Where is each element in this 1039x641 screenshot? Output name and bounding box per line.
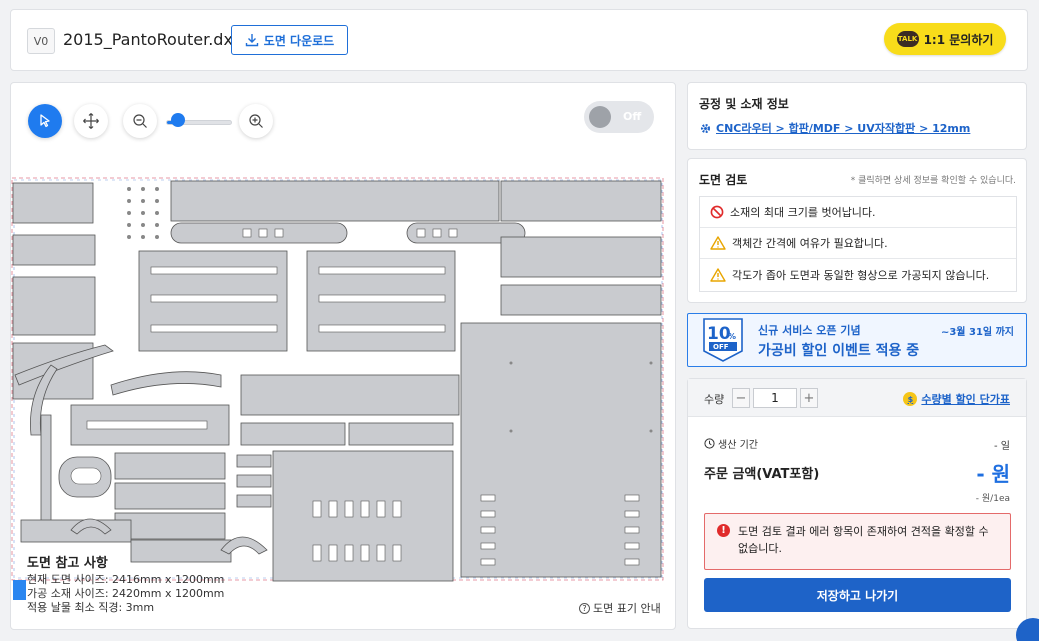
review-title: 도면 검토 — [699, 173, 748, 187]
download-drawing-label: 도면 다운로드 — [263, 33, 335, 48]
prohibited-icon — [710, 205, 724, 219]
process-path-text: CNC라우터 > 합판/MDF > UV자작합판 > 12mm — [716, 122, 971, 135]
material-size: 가공 소재 사이즈: 2420mm x 1200mm — [27, 587, 225, 600]
drawing-notes: 도면 참고 사항 현재 도면 사이즈: 2416mm x 1200mm 가공 소… — [27, 557, 224, 615]
production-period-text: 생산 기간 — [718, 440, 758, 451]
quantity-discount-link[interactable]: $ 수량별 할인 단가표 — [903, 391, 1010, 407]
zoom-slider-handle[interactable] — [171, 113, 185, 127]
unit-price: - 원/1ea — [975, 494, 1010, 504]
zoom-in-button[interactable] — [239, 104, 273, 138]
toggle-knob — [589, 106, 611, 128]
zoom-in-icon — [249, 114, 263, 128]
warning-icon — [710, 236, 726, 250]
review-item-size[interactable]: 소재의 최대 크기를 벗어납니다. — [700, 197, 1016, 228]
zoom-out-icon — [133, 114, 147, 128]
version-badge: V0 — [27, 28, 55, 54]
promo-date: ~3월 31일 까지 — [940, 327, 1014, 338]
process-title: 공정 및 소재 정보 — [699, 97, 789, 111]
review-item-spacing[interactable]: 객체간 간격에 여유가 필요합니다. — [700, 228, 1016, 259]
quantity-row: 수량 − 1 + $ 수량별 할인 단가표 — [688, 379, 1026, 417]
dxf-drawing[interactable] — [11, 175, 676, 585]
quantity-label: 수량 — [704, 393, 725, 406]
discount-badge-icon: 10 % OFF — [703, 318, 743, 362]
download-drawing-button[interactable]: 도면 다운로드 — [231, 25, 348, 55]
drawing-legend-label: 도면 표기 안내 — [593, 602, 661, 615]
drawing-notes-title: 도면 참고 사항 — [27, 556, 108, 571]
quantity-discount-label: 수량별 할인 단가표 — [921, 393, 1010, 406]
inquiry-label: 1:1 문의하기 — [923, 32, 994, 47]
file-name: 2015_PantoRouter.dxf — [63, 30, 239, 49]
badge-off: OFF — [713, 343, 729, 351]
error-notice: ! 도면 검토 결과 에러 항목이 존재하여 견적을 확정할 수 없습니다. — [704, 513, 1011, 570]
discount-promo-banner[interactable]: 10 % OFF 신규 서비스 오픈 기념 가공비 할인 이벤트 적용 중 ~3… — [687, 313, 1027, 367]
coin-icon: $ — [903, 392, 918, 406]
download-icon — [245, 34, 258, 47]
toggle-label: Off — [623, 110, 642, 123]
promo-subtitle: 신규 서비스 오픈 기념 — [758, 324, 861, 337]
review-item-text: 각도가 좁아 도면과 동일한 형상으로 가공되지 않습니다. — [732, 268, 990, 282]
review-item-text: 소재의 최대 크기를 벗어납니다. — [730, 206, 876, 219]
order-amount-value: - 원 — [976, 462, 1010, 486]
kakao-inquiry-button[interactable]: TALK 1:1 문의하기 — [884, 23, 1006, 55]
review-item-angle[interactable]: 각도가 좁아 도면과 동일한 형상으로 가공되지 않습니다. — [700, 259, 1016, 290]
display-toggle[interactable]: Off — [584, 101, 654, 133]
quantity-increase-button[interactable]: + — [800, 388, 818, 408]
drawing-canvas[interactable]: Off 도면 참고 사항 현재 도면 사이즈: 2416mm x 1200mm … — [10, 82, 676, 630]
promo-title: 가공비 할인 이벤트 적용 중 — [758, 343, 920, 359]
quantity-decrease-button[interactable]: − — [732, 388, 750, 408]
drawing-review-panel: 도면 검토 * 클릭하면 상세 정보를 확인할 수 있습니다. 소재의 최대 크… — [687, 158, 1027, 303]
pan-tool-button[interactable] — [74, 104, 108, 138]
selection-marker — [13, 580, 26, 600]
question-icon: ? — [579, 602, 590, 614]
process-material-panel: 공정 및 소재 정보 CNC라우터 > 합판/MDF > UV자작합판 > 12… — [687, 82, 1027, 150]
move-arrows-icon — [83, 113, 99, 129]
production-period-value: - 일 — [994, 441, 1010, 452]
select-tool-button[interactable] — [28, 104, 62, 138]
order-amount-label: 주문 금액(VAT포함) — [704, 467, 820, 482]
order-panel: 수량 − 1 + $ 수량별 할인 단가표 생산 기간 - 일 주문 금액(VA… — [687, 378, 1027, 629]
current-drawing-size: 현재 도면 사이즈: 2416mm x 1200mm — [27, 573, 225, 586]
error-message: 도면 검토 결과 에러 항목이 존재하여 견적을 확정할 수 없습니다. — [738, 525, 989, 555]
drawing-legend-link[interactable]: ? 도면 표기 안내 — [579, 600, 661, 616]
review-hint: * 클릭하면 상세 정보를 확인할 수 있습니다. — [850, 176, 1016, 186]
kakao-talk-icon: TALK — [896, 31, 919, 47]
quantity-input[interactable]: 1 — [753, 388, 797, 408]
quantity-stepper: − 1 + — [732, 388, 818, 408]
clock-icon — [704, 438, 715, 449]
gear-icon — [700, 123, 711, 133]
review-item-text: 객체간 간격에 여유가 필요합니다. — [732, 237, 888, 250]
review-list: 소재의 최대 크기를 벗어납니다. 객체간 간격에 여유가 필요합니다. 각도가… — [699, 196, 1017, 292]
badge-percent-sign: % — [728, 332, 736, 341]
min-tool-diameter: 적용 날물 최소 직경: 3mm — [27, 601, 155, 614]
error-icon: ! — [717, 524, 730, 537]
warning-icon — [710, 267, 726, 282]
zoom-out-button[interactable] — [123, 104, 157, 138]
save-and-exit-button[interactable]: 저장하고 나가기 — [704, 578, 1011, 612]
header-bar: V0 2015_PantoRouter.dxf 도면 다운로드 TALK 1:1… — [10, 9, 1028, 71]
cursor-arrow-icon — [40, 114, 50, 128]
process-path-link[interactable]: CNC라우터 > 합판/MDF > UV자작합판 > 12mm — [699, 120, 970, 136]
production-period-label: 생산 기간 — [704, 436, 758, 451]
